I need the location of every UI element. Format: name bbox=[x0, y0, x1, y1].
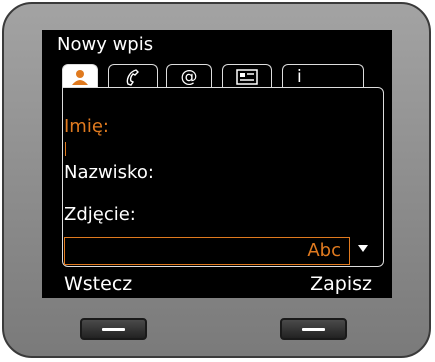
photo-label: Zdjęcie: bbox=[64, 204, 136, 225]
contact-card-icon bbox=[236, 68, 258, 85]
tab-email[interactable]: @ bbox=[166, 64, 212, 88]
text-input[interactable]: Abc bbox=[64, 237, 350, 265]
back-softkey[interactable]: Wstecz bbox=[64, 270, 132, 298]
at-sign-icon: @ bbox=[180, 66, 198, 87]
info-icon: i bbox=[297, 66, 302, 87]
tab-bar: @ i bbox=[62, 64, 392, 88]
last-name-label: Nazwisko: bbox=[64, 162, 154, 183]
tab-info[interactable]: i bbox=[282, 64, 364, 88]
right-hardware-button[interactable] bbox=[280, 318, 347, 340]
person-icon bbox=[70, 69, 90, 85]
phone-handset-icon bbox=[124, 68, 142, 86]
first-name-label: Imię: bbox=[64, 116, 109, 137]
save-softkey[interactable]: Zapisz bbox=[310, 270, 372, 298]
phone-screen: Nowy wpis @ i Imię: Nazwisko: Zdjęcie: A… bbox=[42, 30, 392, 298]
tab-person[interactable] bbox=[62, 64, 98, 88]
page-title: Nowy wpis bbox=[57, 34, 154, 55]
tab-card[interactable] bbox=[222, 64, 272, 88]
tab-phone[interactable] bbox=[108, 64, 158, 88]
input-mode-indicator: Abc bbox=[307, 240, 341, 261]
left-hardware-button[interactable] bbox=[80, 318, 147, 340]
scroll-down-icon bbox=[358, 245, 368, 252]
softkey-bar: Wstecz Zapisz bbox=[42, 270, 392, 298]
text-cursor bbox=[65, 142, 66, 156]
